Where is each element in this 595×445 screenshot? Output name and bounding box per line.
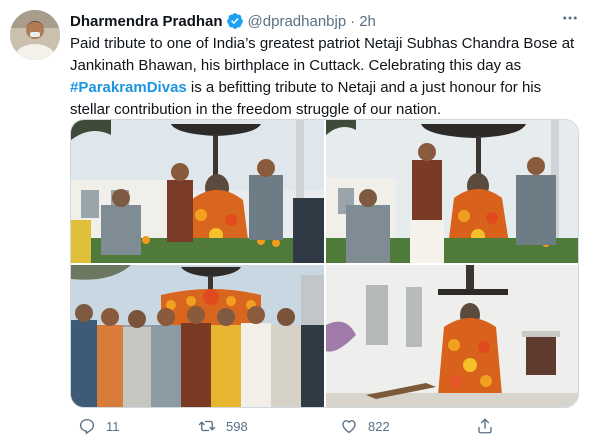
tweet-header: Dharmendra Pradhan @dpradhanbjp · 2h xyxy=(70,11,376,31)
retweet-button[interactable]: 598 xyxy=(198,416,248,436)
share-icon xyxy=(478,418,492,434)
more-options-button[interactable] xyxy=(558,10,582,30)
photo-3[interactable] xyxy=(71,265,324,407)
author-name[interactable]: Dharmendra Pradhan xyxy=(70,13,223,30)
reply-count: 11 xyxy=(106,418,120,434)
photo-1[interactable] xyxy=(71,120,324,263)
tweet-text-part-1: Paid tribute to one of India’s greatest … xyxy=(70,35,575,74)
tweet-actions: 11 598 822 xyxy=(70,416,510,438)
photo-4[interactable] xyxy=(326,265,578,407)
verified-icon xyxy=(226,12,244,30)
header-separator: · xyxy=(350,12,356,30)
author-handle[interactable]: @dpradhanbjp xyxy=(248,13,347,30)
retweet-count: 598 xyxy=(226,418,248,434)
reply-icon xyxy=(79,418,95,435)
like-count: 822 xyxy=(368,418,390,434)
share-button[interactable] xyxy=(476,416,504,436)
photo-2[interactable] xyxy=(326,120,578,263)
like-button[interactable]: 822 xyxy=(340,416,390,436)
retweet-icon xyxy=(198,420,216,432)
hashtag-link[interactable]: #ParakramDivas xyxy=(70,79,187,96)
media-grid xyxy=(70,119,579,408)
more-icon xyxy=(561,9,579,32)
like-icon xyxy=(342,420,356,434)
avatar[interactable] xyxy=(10,10,60,60)
reply-button[interactable]: 11 xyxy=(78,416,120,436)
tweet[interactable]: Dharmendra Pradhan @dpradhanbjp · 2h Pai… xyxy=(0,0,595,445)
tweet-text: Paid tribute to one of India’s greatest … xyxy=(70,33,580,121)
tweet-time[interactable]: 2h xyxy=(359,13,376,30)
